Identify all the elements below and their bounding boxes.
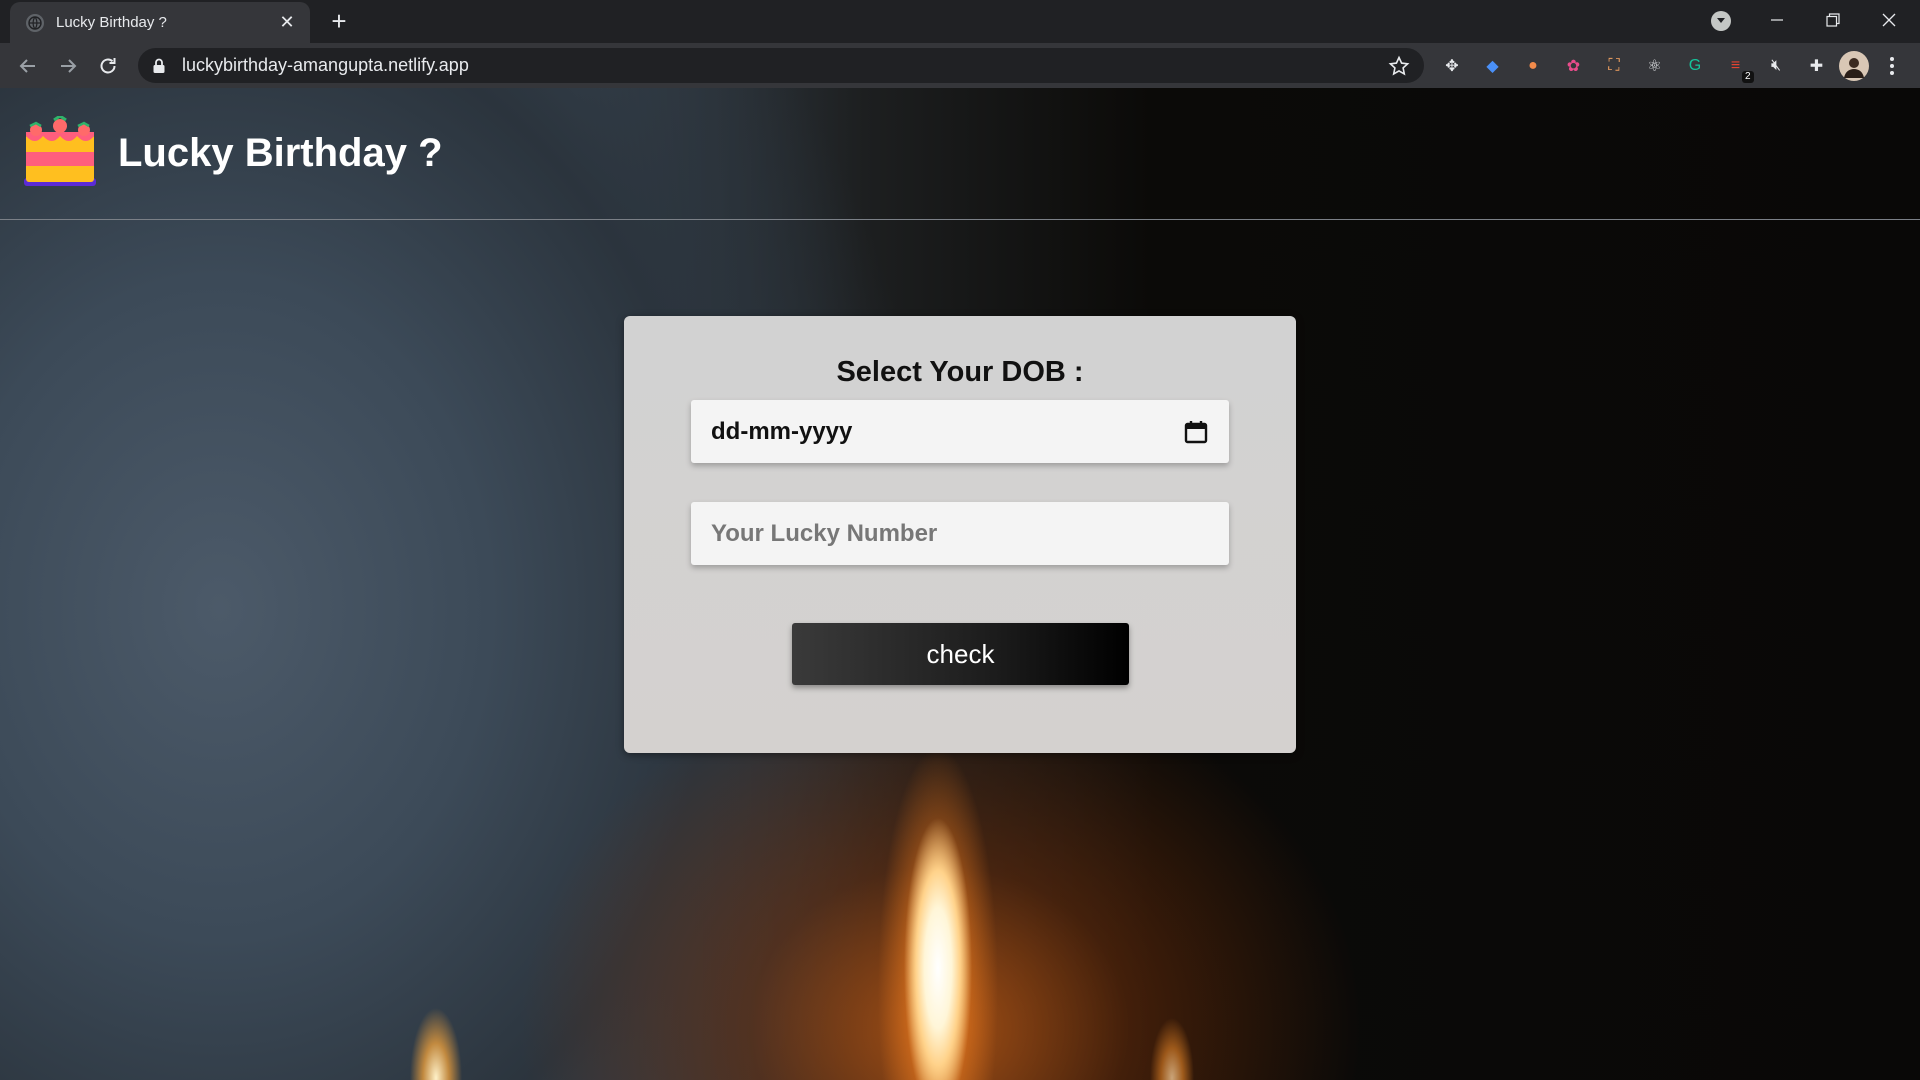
- profile-avatar[interactable]: [1839, 51, 1869, 81]
- drop-icon-glyph: ◆: [1486, 58, 1499, 75]
- mute-icon-glyph: 🔇︎: [1770, 57, 1782, 74]
- grammarly-icon[interactable]: G: [1683, 54, 1707, 78]
- url-text: luckybirthday-amangupta.netlify.app: [182, 55, 469, 75]
- app-header: Lucky Birthday ?: [0, 88, 1920, 220]
- tab-close-icon[interactable]: ✕: [276, 12, 298, 33]
- screenshot-icon[interactable]: ⛶: [1602, 54, 1626, 78]
- reload-button[interactable]: [92, 50, 124, 82]
- capsule-icon-glyph: ●: [1528, 57, 1538, 74]
- tab-strip: Lucky Birthday ? ✕ +: [0, 0, 1920, 43]
- restore-icon: [1826, 13, 1840, 27]
- minimize-button[interactable]: [1749, 0, 1805, 40]
- move-icon-glyph: ✥: [1445, 58, 1459, 75]
- restore-button[interactable]: [1805, 0, 1861, 40]
- date-placeholder: dd-mm-yyyy: [711, 417, 853, 445]
- window-close-button[interactable]: [1861, 0, 1917, 40]
- close-icon: [1882, 13, 1896, 27]
- todoist-icon[interactable]: ≡ 2: [1724, 54, 1754, 83]
- lock-icon: [153, 58, 165, 73]
- react-atom-icon[interactable]: ⚛: [1643, 54, 1667, 78]
- puzzle-icon[interactable]: ✚: [1805, 54, 1829, 78]
- back-button[interactable]: [12, 50, 44, 82]
- page-viewport: Lucky Birthday ? Select Your DOB : dd-mm…: [0, 88, 1920, 1080]
- color-wheel-icon-glyph: ✿: [1566, 58, 1581, 75]
- react-atom-icon-glyph: ⚛: [1647, 58, 1662, 75]
- grammarly-icon-glyph: G: [1688, 57, 1702, 74]
- calendar-icon[interactable]: [1183, 419, 1209, 445]
- arrow-left-icon: [19, 59, 35, 73]
- chevron-down-icon: [1717, 18, 1725, 23]
- reload-icon: [100, 58, 116, 74]
- check-button[interactable]: check: [792, 623, 1129, 685]
- bookmark-star-icon[interactable]: [1388, 55, 1410, 77]
- capsule-icon[interactable]: ●: [1521, 54, 1545, 78]
- avatar-icon: [1844, 58, 1864, 78]
- dob-date-input[interactable]: dd-mm-yyyy: [691, 400, 1229, 463]
- birthday-cake-icon: [24, 115, 96, 186]
- new-tab-button[interactable]: +: [325, 7, 353, 35]
- forward-button[interactable]: [52, 50, 84, 82]
- page-title: Lucky Birthday ?: [118, 131, 443, 175]
- kebab-menu-icon: [1890, 57, 1894, 75]
- screenshot-icon-glyph: ⛶: [1608, 57, 1620, 74]
- browser-toolbar: luckybirthday-amangupta.netlify.app ✥ ◆ ● ✿…: [0, 43, 1920, 88]
- move-icon[interactable]: ✥: [1440, 54, 1464, 78]
- puzzle-icon-glyph: ✚: [1809, 58, 1824, 75]
- color-wheel-icon[interactable]: ✿: [1562, 54, 1586, 78]
- address-bar[interactable]: luckybirthday-amangupta.netlify.app: [138, 48, 1424, 83]
- dob-label: Select Your DOB :: [836, 356, 1084, 388]
- dob-form-card: Select Your DOB : dd-mm-yyyy check: [624, 316, 1296, 753]
- globe-icon: [26, 13, 44, 32]
- todoist-icon-glyph: ≡: [1730, 57, 1741, 74]
- drop-icon[interactable]: ◆: [1481, 54, 1505, 78]
- lucky-number-input[interactable]: [691, 502, 1229, 565]
- tab-title: Lucky Birthday ?: [56, 14, 167, 31]
- minimize-icon: [1771, 19, 1783, 21]
- extension-badge: 2: [1741, 71, 1754, 83]
- arrow-right-icon: [61, 59, 77, 73]
- browser-tab[interactable]: Lucky Birthday ? ✕: [10, 2, 310, 43]
- tab-search-button[interactable]: [1711, 11, 1731, 31]
- mute-icon[interactable]: 🔇︎: [1764, 54, 1788, 78]
- browser-menu-button[interactable]: [1880, 54, 1904, 78]
